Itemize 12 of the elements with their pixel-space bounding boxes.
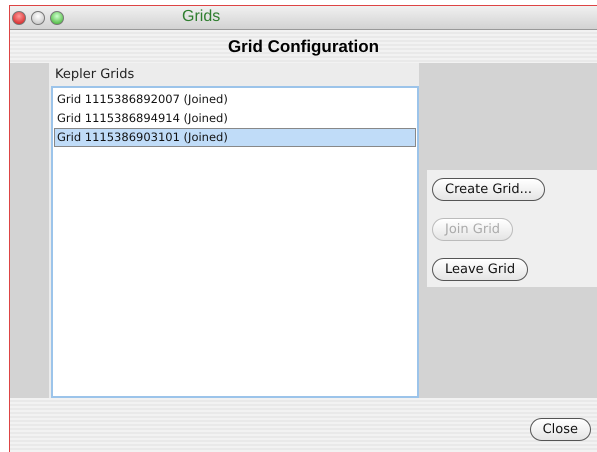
background-text: Grids [182,8,220,26]
list-item[interactable]: Grid 1115386903101 (Joined) [54,128,416,147]
action-button[interactable]: Leave Grid [432,258,528,281]
list-item[interactable]: Grid 1115386894914 (Joined) [54,109,416,128]
close-button[interactable]: Close [530,418,591,440]
list-heading: Kepler Grids [54,66,136,84]
list-item[interactable]: Grid 1115386892007 (Joined) [54,90,416,109]
action-button[interactable]: Create Grid... [432,178,546,201]
dialog-title: Grid Configuration [10,30,597,63]
close-icon[interactable] [12,10,26,24]
zoom-icon[interactable] [50,10,64,24]
minimize-icon[interactable] [31,10,45,24]
